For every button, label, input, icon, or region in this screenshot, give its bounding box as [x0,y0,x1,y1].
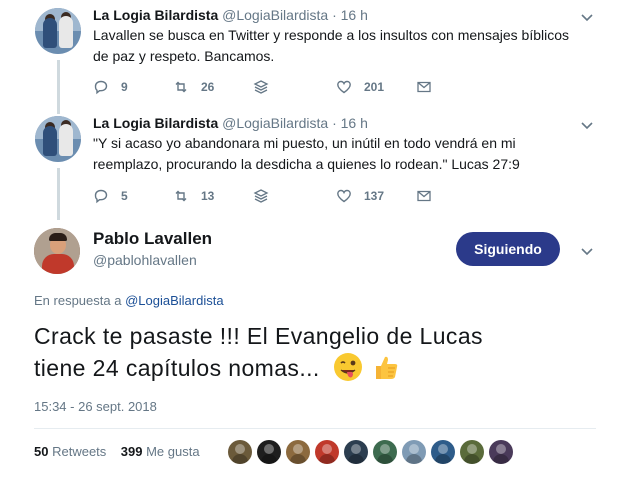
stack-icon [253,189,269,203]
liker-avatar[interactable] [431,440,455,464]
divider [34,428,596,429]
message-button[interactable] [416,77,444,97]
tweet-stats: 50 Retweets 399 Me gusta [34,444,200,459]
reply-icon [94,189,108,204]
main-tweet-line-2: tiene 24 capítulos nomas... [34,355,320,381]
reply-button[interactable]: 5 [93,186,128,206]
likes-stat[interactable]: 399 Me gusta [121,444,200,459]
retweet-count: 13 [201,189,215,203]
chevron-down-icon[interactable] [580,118,594,132]
main-tweet-text: Crack te pasaste !!! El Evangelio de Luc… [34,320,594,384]
message-button[interactable] [416,186,444,206]
reply-count: 5 [121,189,128,203]
retweet-button[interactable]: 26 [173,77,214,97]
liker-avatars [228,440,518,466]
reply-context: En respuesta a @LogiaBilardista [34,293,224,308]
avatar[interactable] [35,116,81,162]
reply-icon [94,80,108,95]
tweet-header: La Logia Bilardista @LogiaBilardista · 1… [93,7,368,23]
main-tweet-line-2-wrap: tiene 24 capítulos nomas... [34,352,594,384]
heart-icon [337,80,351,94]
chevron-down-icon[interactable] [580,10,594,24]
separator-dot: · [332,115,337,131]
liker-avatar[interactable] [257,440,281,464]
liker-avatar[interactable] [344,440,368,464]
liker-avatar[interactable] [489,440,513,464]
tweet-text: "Y si acaso yo abandonara mi puesto, un … [93,135,520,172]
retweets-stat[interactable]: 50 Retweets [34,444,106,459]
author-handle[interactable]: @LogiaBilardista [222,115,328,131]
retweet-count: 26 [201,80,215,94]
retweets-count: 50 [34,444,49,459]
winking-face-with-tongue-emoji [333,353,362,381]
liker-avatar[interactable] [373,440,397,464]
thumbs-up-emoji [376,356,398,379]
liker-avatar[interactable] [402,440,426,464]
main-tweet-line-1: Crack te pasaste !!! El Evangelio de Luc… [34,323,483,349]
like-count: 201 [364,80,385,94]
like-button[interactable]: 137 [336,186,384,206]
tweet-timestamp[interactable]: 15:34 - 26 sept. 2018 [34,399,157,414]
likes-count: 399 [120,444,143,459]
stack-button[interactable] [253,77,281,97]
reply-prefix: En respuesta a [34,293,122,308]
retweet-icon [175,190,187,202]
liker-avatar[interactable] [315,440,339,464]
avatar[interactable] [35,8,81,54]
chevron-down-icon[interactable] [580,244,594,258]
main-author-handle[interactable]: @pablohlavallen [93,252,197,268]
following-button[interactable]: Siguiendo [456,232,560,266]
retweets-label: Retweets [52,444,107,459]
retweet-icon [175,81,187,93]
author-name[interactable]: La Logia Bilardista [93,115,218,131]
like-count: 137 [364,189,385,203]
heart-icon [337,189,351,203]
retweet-button[interactable]: 13 [173,186,214,206]
reply-count: 9 [121,80,128,94]
separator-dot: · [332,7,337,23]
liker-avatar[interactable] [286,440,310,464]
likes-label: Me gusta [146,444,200,459]
envelope-icon [417,81,431,93]
stack-button[interactable] [253,186,281,206]
reply-mention-link[interactable]: @LogiaBilardista [125,293,223,308]
tweet-time[interactable]: 16 h [341,115,368,131]
tweet-actions: 5 13 137 [93,186,433,206]
tweet-actions: 9 26 201 [93,77,433,97]
liker-avatar[interactable] [460,440,484,464]
main-avatar[interactable] [34,228,80,274]
author-handle[interactable]: @LogiaBilardista [222,7,328,23]
thread-tweet-1[interactable]: La Logia Bilardista @LogiaBilardista · 1… [0,0,630,110]
stack-icon [253,80,269,94]
reply-button[interactable]: 9 [93,77,128,97]
author-name[interactable]: La Logia Bilardista [93,7,218,23]
liker-avatar[interactable] [228,440,252,464]
tweet-time[interactable]: 16 h [341,7,368,23]
main-author-name[interactable]: Pablo Lavallen [93,229,212,249]
thread-tweet-2[interactable]: La Logia Bilardista @LogiaBilardista · 1… [0,110,630,220]
tweet-header: La Logia Bilardista @LogiaBilardista · 1… [93,115,368,131]
envelope-icon [417,190,431,202]
tweet-text: Lavallen se busca en Twitter y responde … [93,27,570,64]
like-button[interactable]: 201 [336,77,384,97]
